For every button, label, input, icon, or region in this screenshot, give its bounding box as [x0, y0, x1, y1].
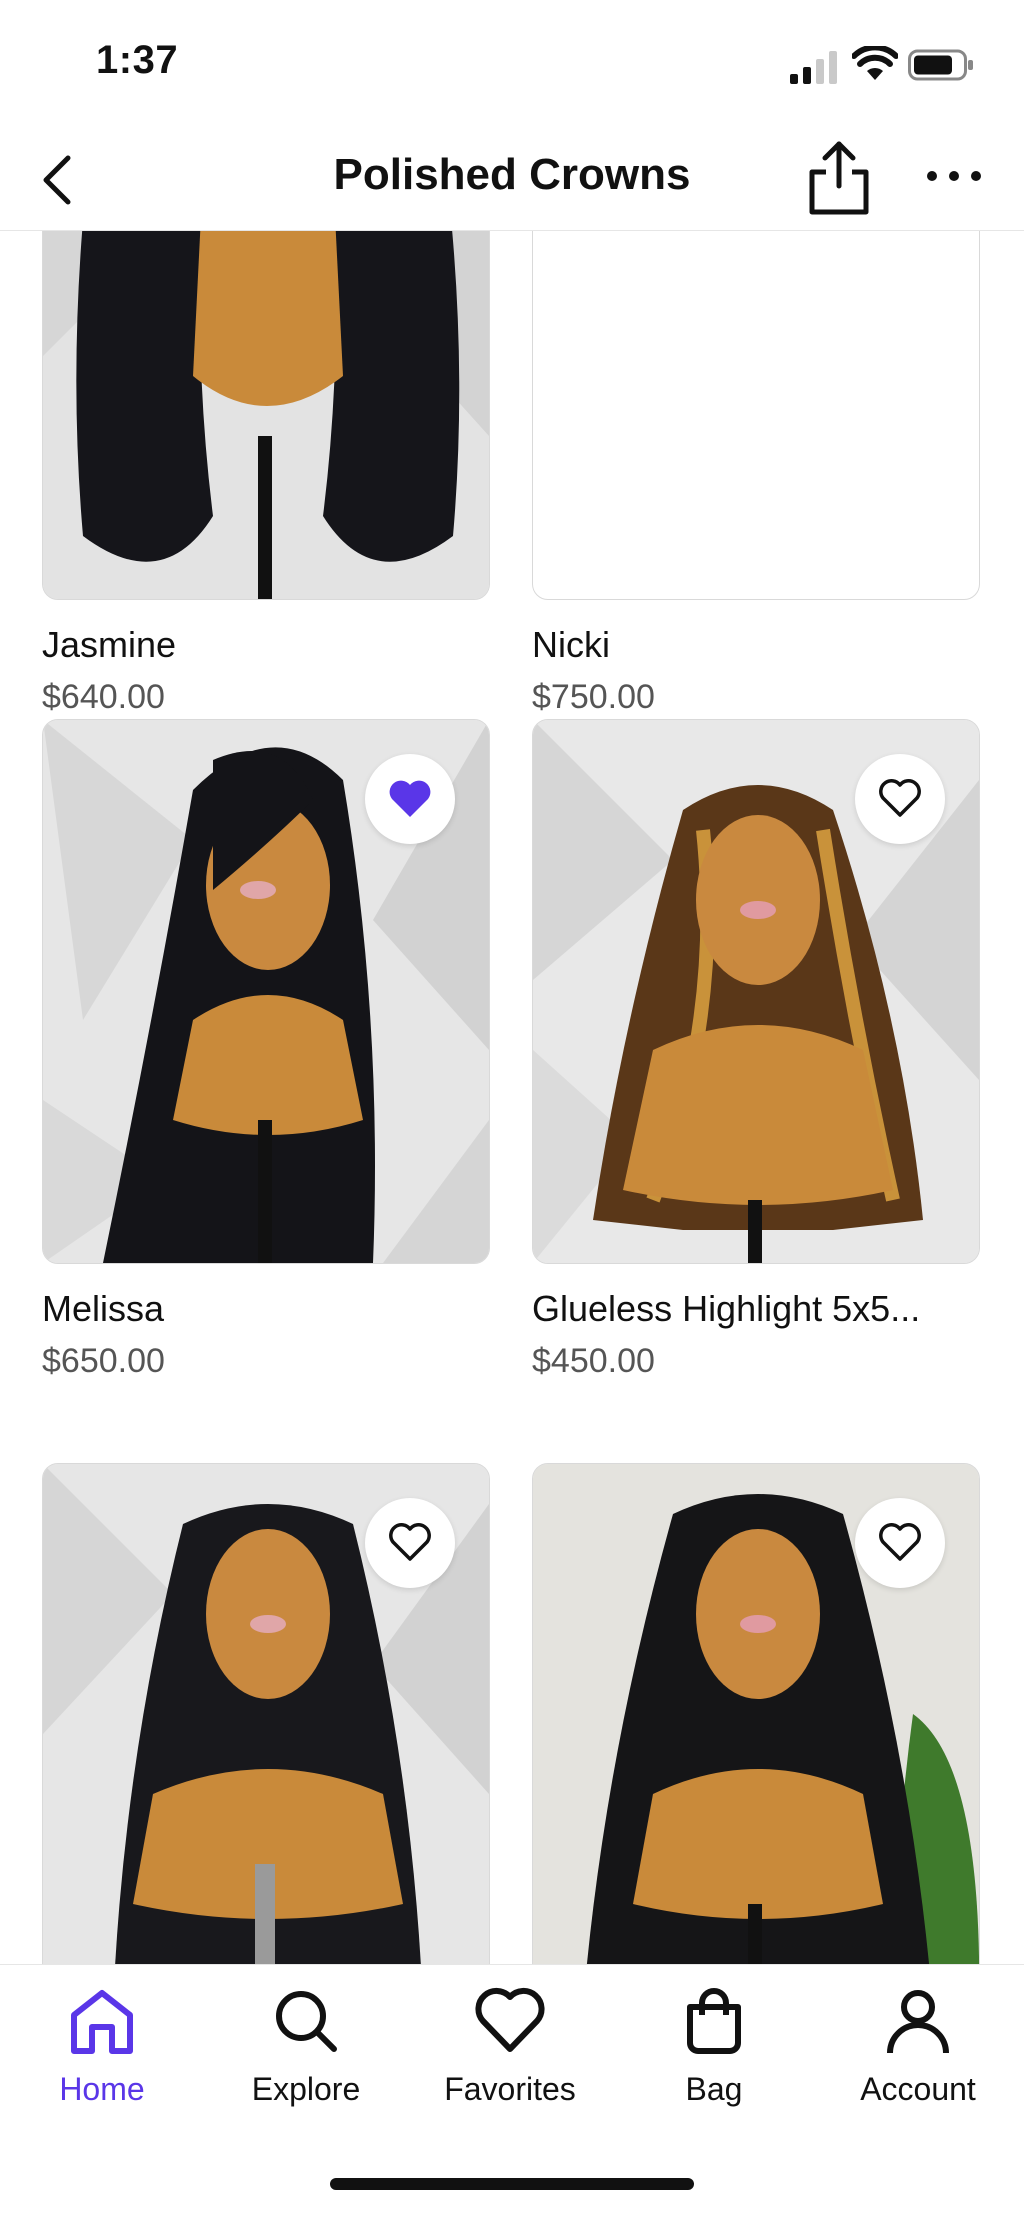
nav-bag[interactable]: Bag — [624, 1985, 804, 2135]
search-icon — [276, 1991, 337, 2052]
nav-home[interactable]: Home — [12, 1985, 192, 2135]
product-price: $450.00 — [532, 1342, 655, 1380]
top-bar: Polished Crowns — [0, 130, 1024, 231]
favorite-button[interactable] — [365, 754, 455, 844]
product-card[interactable]: Nicki $750.00 — [532, 231, 980, 717]
home-icon — [71, 1990, 133, 2054]
status-time: 1:37 — [96, 38, 179, 82]
product-image[interactable] — [532, 231, 980, 600]
page-title: Polished Crowns — [333, 150, 691, 199]
wifi-icon — [852, 46, 898, 80]
cellular-signal-icon — [790, 51, 837, 84]
product-card[interactable]: Melissa $650.00 — [42, 719, 490, 1381]
product-image[interactable] — [42, 719, 490, 1264]
favorite-button[interactable] — [365, 1498, 455, 1588]
product-price: $640.00 — [42, 678, 165, 716]
nav-home-label: Home — [59, 2071, 145, 2107]
product-name[interactable]: Melissa — [42, 1288, 490, 1330]
product-name[interactable]: Jasmine — [42, 624, 490, 666]
home-indicator — [330, 2178, 694, 2190]
product-name[interactable]: Nicki — [532, 624, 980, 666]
battery-icon — [908, 49, 973, 81]
nav-explore[interactable]: Explore — [216, 1985, 396, 2135]
product-card[interactable] — [42, 1463, 490, 1964]
person-icon — [887, 1990, 949, 2054]
nav-bag-label: Bag — [685, 2071, 743, 2107]
share-icon[interactable] — [804, 136, 874, 218]
heart-icon — [475, 1987, 545, 2052]
product-grid: Jasmine $640.00 Nicki $750.00 Melissa $6… — [0, 231, 1024, 1964]
nav-account[interactable]: Account — [828, 1985, 1008, 2135]
product-card[interactable] — [532, 1463, 980, 1964]
product-image[interactable] — [532, 1463, 980, 1964]
favorite-button[interactable] — [855, 754, 945, 844]
heart-filled-icon — [389, 780, 431, 817]
product-price: $750.00 — [532, 678, 655, 716]
heart-outline-icon — [879, 1523, 921, 1561]
nav-account-label: Account — [860, 2071, 976, 2107]
back-arrow-icon[interactable] — [36, 148, 80, 212]
product-price: $650.00 — [42, 1342, 165, 1380]
more-options-icon[interactable] — [924, 156, 984, 196]
nav-explore-label: Explore — [251, 2071, 361, 2107]
product-name[interactable]: Glueless Highlight 5x5... — [532, 1288, 980, 1330]
nav-favorites[interactable]: Favorites — [420, 1985, 600, 2135]
product-image[interactable] — [532, 719, 980, 1264]
product-card[interactable]: Glueless Highlight 5x5... $450.00 — [532, 719, 980, 1381]
bag-icon — [687, 1988, 741, 2054]
heart-outline-icon — [879, 779, 921, 817]
status-bar: 1:37 — [0, 0, 1024, 130]
product-image[interactable] — [42, 1463, 490, 1964]
favorite-button[interactable] — [855, 1498, 945, 1588]
heart-outline-icon — [389, 1523, 431, 1561]
nav-favorites-label: Favorites — [444, 2071, 576, 2107]
product-image[interactable] — [42, 231, 490, 600]
product-card[interactable]: Jasmine $640.00 — [42, 231, 490, 717]
